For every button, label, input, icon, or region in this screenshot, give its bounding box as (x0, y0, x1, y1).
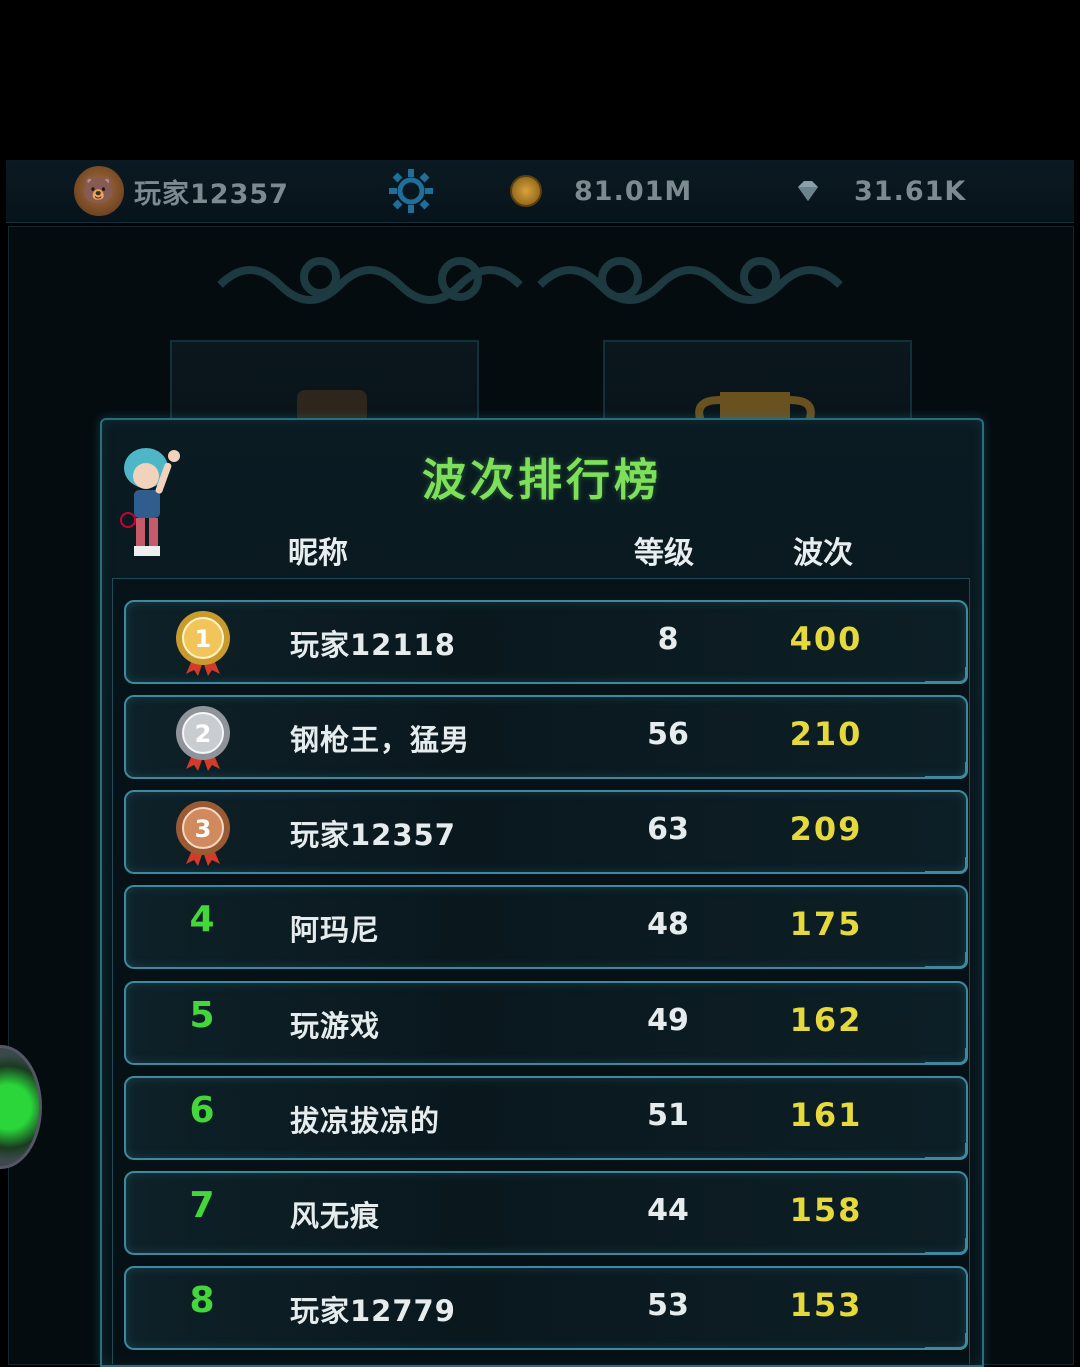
diamond-icon (798, 181, 818, 201)
coin-icon (510, 175, 542, 207)
rank-number: 7 (189, 1185, 215, 1226)
rank-number: 8 (189, 1280, 215, 1321)
player-wave: 210 (789, 715, 863, 753)
leaderboard-row[interactable]: 3 玩家12357 63 209 (124, 790, 968, 874)
cloud-ornament (217, 257, 843, 304)
player-wave: 209 (789, 810, 863, 848)
player-info[interactable]: 🐻 玩家12357 (74, 160, 289, 222)
player-nickname: 玩家12118 (290, 628, 456, 662)
mascot-character-icon (120, 448, 180, 556)
leaderboard-row[interactable]: 2 钢枪王，猛男 56 210 (124, 695, 968, 779)
player-level: 63 (647, 812, 689, 847)
player-nickname: 玩家12357 (290, 818, 456, 852)
player-wave: 400 (789, 620, 863, 658)
player-wave: 153 (789, 1286, 863, 1324)
player-nickname: 玩游戏 (290, 1009, 381, 1043)
player-level: 49 (647, 1003, 689, 1038)
leaderboard-row[interactable]: 4 阿玛尼 48 175 (124, 885, 968, 969)
column-header-nickname: 昵称 (288, 536, 348, 571)
diamond-display: 31.61K (794, 160, 966, 222)
player-nickname: 玩家12779 (290, 1294, 456, 1328)
gold-medal-icon: 1 (176, 611, 230, 676)
bear-avatar-icon[interactable]: 🐻 (74, 166, 124, 216)
silver-medal-icon: 2 (176, 706, 230, 771)
player-level: 8 (657, 622, 679, 657)
rank-number: 4 (189, 899, 215, 940)
player-wave: 175 (789, 905, 863, 943)
leaderboard-row[interactable]: 6 拔凉拔凉的 51 161 (124, 1076, 968, 1160)
column-header-level: 等级 (634, 536, 694, 571)
player-level: 51 (647, 1098, 689, 1133)
player-nickname: 钢枪王，猛男 (290, 723, 471, 757)
player-wave: 161 (789, 1096, 863, 1134)
rank-number: 5 (189, 995, 215, 1036)
rank-number: 3 (195, 815, 212, 843)
leaderboard-row[interactable]: 1 玩家12118 8 400 (124, 600, 968, 684)
player-name: 玩家12357 (134, 178, 289, 210)
player-level: 56 (647, 717, 689, 752)
player-level: 53 (647, 1288, 689, 1323)
gold-display: 81.01M (510, 160, 692, 222)
leaderboard-row[interactable]: 8 玩家12779 53 153 (124, 1266, 968, 1350)
player-nickname: 阿玛尼 (290, 913, 381, 947)
player-nickname: 风无痕 (290, 1199, 381, 1233)
leaderboard-title: 波次排行榜 (422, 455, 662, 506)
player-wave: 162 (789, 1001, 863, 1039)
player-level: 48 (647, 907, 689, 942)
column-header-wave: 波次 (793, 536, 853, 571)
gear-icon[interactable] (386, 166, 436, 216)
leaderboard-row[interactable]: 7 风无痕 44 158 (124, 1171, 968, 1255)
leaderboard-row[interactable]: 5 玩游戏 49 162 (124, 981, 968, 1065)
top-status-bar: 🐻 玩家12357 81.01M 31.61K (6, 160, 1074, 223)
diamond-amount: 31.61K (854, 175, 967, 207)
bronze-medal-icon: 3 (176, 801, 230, 866)
player-level: 44 (647, 1193, 689, 1228)
rank-number: 6 (189, 1090, 215, 1131)
rank-number: 1 (195, 625, 212, 653)
player-wave: 158 (789, 1191, 863, 1229)
gold-amount: 81.01M (574, 175, 693, 207)
player-nickname: 拔凉拔凉的 (290, 1104, 441, 1138)
rank-number: 2 (195, 720, 212, 748)
